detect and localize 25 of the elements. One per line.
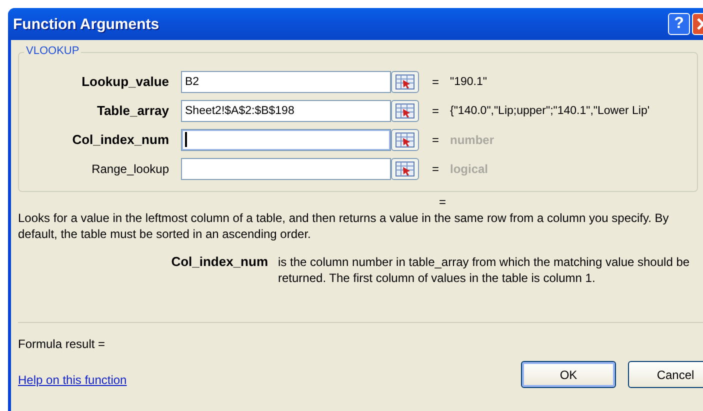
- equals-sign: =: [432, 104, 440, 118]
- argument-field[interactable]: Sheet2!$A$2:$B$198: [181, 100, 391, 122]
- argument-name: Col_index_num: [170, 254, 269, 271]
- argument-label: Table_array: [96, 103, 170, 118]
- argument-result: "190.1": [450, 76, 487, 88]
- argument-description: is the column number in table_array from which the matching value should be returned. The first column of values in the table is column 1.: [278, 254, 691, 286]
- formula-result: Formula result =: [18, 337, 106, 351]
- argument-result: number: [450, 132, 494, 146]
- window-title: Function Arguments: [13, 16, 160, 32]
- equals-sign: =: [432, 132, 440, 146]
- equals-sign: =: [432, 162, 440, 176]
- function-name: VLOOKUP: [24, 45, 82, 57]
- argument-result: logical: [450, 162, 488, 176]
- argument-field[interactable]: B2: [181, 70, 391, 92]
- help-link[interactable]: Help on this function: [18, 372, 127, 386]
- argument-label: Lookup_value: [80, 74, 170, 89]
- ok-button[interactable]: OK: [521, 361, 616, 388]
- equals-sign: =: [432, 74, 440, 88]
- cancel-button[interactable]: Cancel: [628, 361, 703, 388]
- function-result: =: [439, 195, 446, 209]
- argument-label: Col_index_num: [71, 132, 170, 147]
- function-description: Looks for a value in the leftmost column of a table, and then returns a value in the same row from a column you specify. By default, the table must be sorted in an ascending order.: [18, 210, 670, 242]
- argument-label: Range_lookup: [90, 162, 170, 176]
- argument-result: {"140.0","Lip;upper";"140.1","Lower Lip': [450, 104, 650, 116]
- help-button[interactable]: ?: [668, 13, 690, 35]
